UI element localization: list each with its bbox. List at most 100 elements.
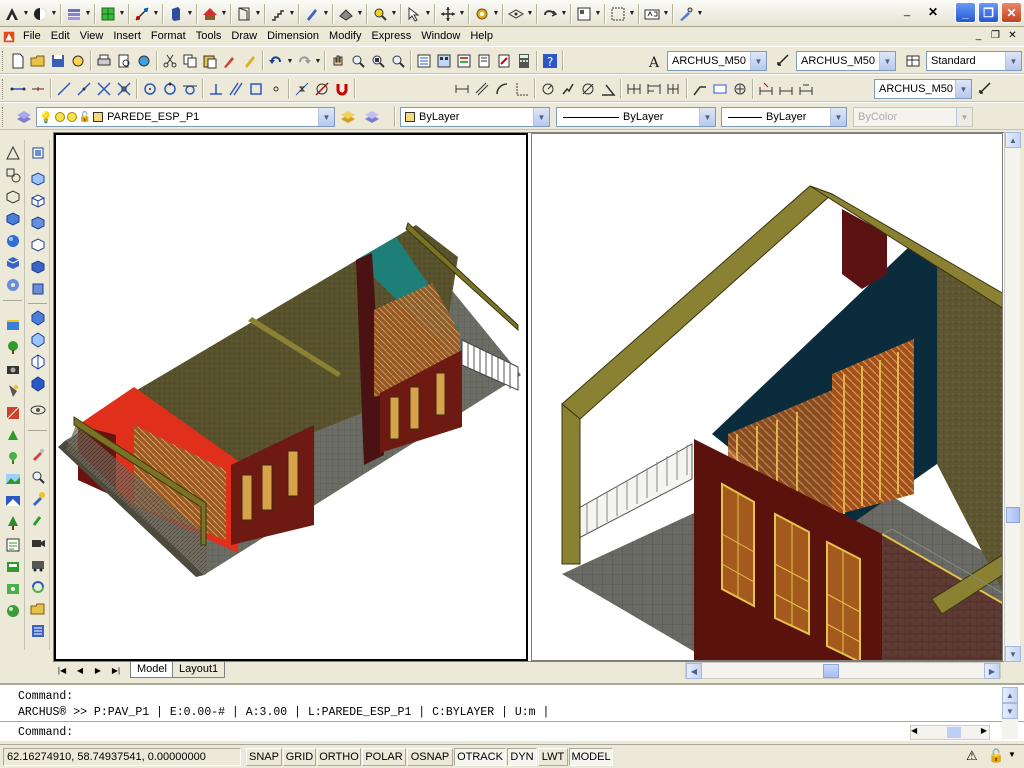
chevron-down-icon[interactable]: ▼ (696, 4, 704, 24)
intersection-icon[interactable] (94, 79, 114, 99)
next-tab-icon[interactable]: ▶ (91, 663, 105, 677)
cmd-scroll-right-icon[interactable]: ▶ (981, 726, 987, 735)
lineweight-select[interactable]: ByLayer ▼ (721, 107, 847, 127)
library-icon[interactable] (28, 621, 47, 640)
dim-angular-icon[interactable] (598, 79, 618, 99)
command-scrollbar[interactable]: ▲ ▼ (1002, 687, 1018, 739)
xline-icon[interactable] (54, 79, 74, 99)
layer-icon[interactable] (64, 4, 84, 24)
dim-style-select[interactable]: ARCHUS_M50 ▼ (796, 51, 896, 71)
dim-edit-icon[interactable] (756, 79, 776, 99)
bus-icon[interactable] (28, 555, 47, 574)
chevron-down-icon[interactable]: ▼ (322, 4, 330, 24)
viewport-right[interactable] (531, 133, 1003, 661)
paste-icon[interactable] (200, 51, 220, 71)
lock-icon[interactable]: 🔓 (79, 112, 91, 123)
calculator-icon[interactable] (514, 51, 534, 71)
toggle-otrack[interactable]: OTRACK (454, 748, 506, 766)
menu-draw[interactable]: Draw (226, 27, 262, 46)
edit-icon[interactable] (676, 4, 696, 24)
solid-cone-icon[interactable] (28, 191, 47, 210)
search-icon[interactable] (28, 467, 47, 486)
torus-icon[interactable] (3, 275, 22, 294)
wall-icon[interactable] (336, 4, 356, 24)
menu-edit[interactable]: Edit (46, 27, 75, 46)
background-icon[interactable] (3, 491, 22, 510)
column-icon[interactable] (166, 4, 186, 24)
solid-box-icon[interactable] (28, 143, 47, 162)
ray-icon[interactable] (28, 79, 48, 99)
chevron-down-icon[interactable]: ▼ (458, 4, 466, 24)
open-icon[interactable] (28, 51, 48, 71)
cmd-scroll-down-icon[interactable]: ▼ (1002, 703, 1018, 719)
restore-button[interactable]: ❐ (978, 2, 999, 23)
attach-icon[interactable] (28, 511, 47, 530)
layer-previous-icon[interactable] (362, 107, 382, 127)
toolbar-grip[interactable] (2, 107, 5, 127)
solid-torus-icon[interactable] (28, 257, 47, 276)
toolbar-grip[interactable] (2, 51, 5, 71)
doc-minimize-icon[interactable]: _ (971, 28, 986, 43)
command-line[interactable]: Command: ARCHUS® >> P:PAV_P1 | E:0.00-# … (0, 683, 1024, 741)
view-iso-icon[interactable] (28, 352, 47, 371)
center-mark-icon[interactable] (730, 79, 750, 99)
material-icon[interactable] (3, 403, 22, 422)
print-preview-icon[interactable] (114, 51, 134, 71)
render-icon[interactable] (3, 425, 22, 444)
sync-icon[interactable] (28, 577, 47, 596)
viewport-left[interactable] (54, 133, 528, 661)
dim-style-icon[interactable] (774, 51, 794, 71)
osnap-settings-icon[interactable] (332, 79, 352, 99)
dim-style-manager-icon[interactable] (976, 79, 996, 99)
command-hscrollbar[interactable]: ◀ ▶ (910, 725, 990, 740)
toggle-grid[interactable]: GRID (283, 748, 316, 766)
quadrant-icon[interactable] (160, 79, 180, 99)
chevron-down-icon[interactable]: ▼ (286, 51, 294, 71)
dim-text-edit-icon[interactable] (776, 79, 796, 99)
pan-icon[interactable] (328, 51, 348, 71)
tangent-icon[interactable] (180, 79, 200, 99)
vertical-scrollbar[interactable]: ▲ ▼ (1004, 132, 1021, 662)
lightbulb-icon[interactable]: 💡 (39, 111, 53, 124)
copy-icon[interactable] (180, 51, 200, 71)
cut-icon[interactable] (160, 51, 180, 71)
chevron-down-icon[interactable]: ▼ (186, 4, 194, 24)
sheet-set-icon[interactable] (474, 51, 494, 71)
linetype-select[interactable]: ByLayer ▼ (556, 107, 716, 127)
chevron-down-icon[interactable]: ▼ (254, 4, 262, 24)
scene-icon[interactable] (3, 579, 22, 598)
globe-icon[interactable] (30, 4, 50, 24)
design-center-icon[interactable] (434, 51, 454, 71)
table-style-select[interactable]: Standard ▼ (926, 51, 1022, 71)
toggle-snap[interactable]: SNAP (246, 748, 282, 766)
video-icon[interactable] (28, 533, 47, 552)
move-icon[interactable] (438, 4, 458, 24)
chevron-down-icon[interactable]: ▼ (424, 4, 432, 24)
coordinate-readout[interactable]: 62.16274910, 58.74937541, 0.00000000 (3, 748, 241, 766)
new-icon[interactable] (8, 51, 28, 71)
chevron-down-icon[interactable]: ▼ (750, 52, 766, 70)
menu-view[interactable]: View (75, 27, 109, 46)
chevron-down-icon[interactable]: ▼ (594, 4, 602, 24)
view-top-icon[interactable] (28, 308, 47, 327)
chevron-down-icon[interactable]: ▼ (879, 52, 895, 70)
window-icon[interactable] (608, 4, 628, 24)
frame-icon[interactable] (574, 4, 594, 24)
toolbar-grip[interactable] (2, 79, 5, 99)
pencil-icon[interactable] (302, 4, 322, 24)
tool-wrench-icon[interactable] (28, 489, 47, 508)
tolerance-icon[interactable] (710, 79, 730, 99)
flower-icon[interactable] (3, 447, 22, 466)
scroll-up-icon[interactable]: ▲ (1005, 132, 1021, 148)
chevron-down-icon[interactable]: ▼ (1005, 52, 1021, 70)
sphere-icon[interactable] (3, 231, 22, 250)
chevron-down-icon[interactable]: ▼ (560, 4, 568, 24)
line-icon[interactable] (8, 79, 28, 99)
chevron-down-icon[interactable]: ▼ (84, 4, 92, 24)
layer-manager-icon[interactable] (14, 107, 34, 127)
chevron-down-icon[interactable]: ▼ (390, 4, 398, 24)
doc-restore-icon[interactable]: ❐ (988, 28, 1003, 43)
publish-icon[interactable] (68, 51, 88, 71)
menu-format[interactable]: Format (146, 27, 191, 46)
scroll-left-icon[interactable]: ◀ (686, 663, 702, 679)
